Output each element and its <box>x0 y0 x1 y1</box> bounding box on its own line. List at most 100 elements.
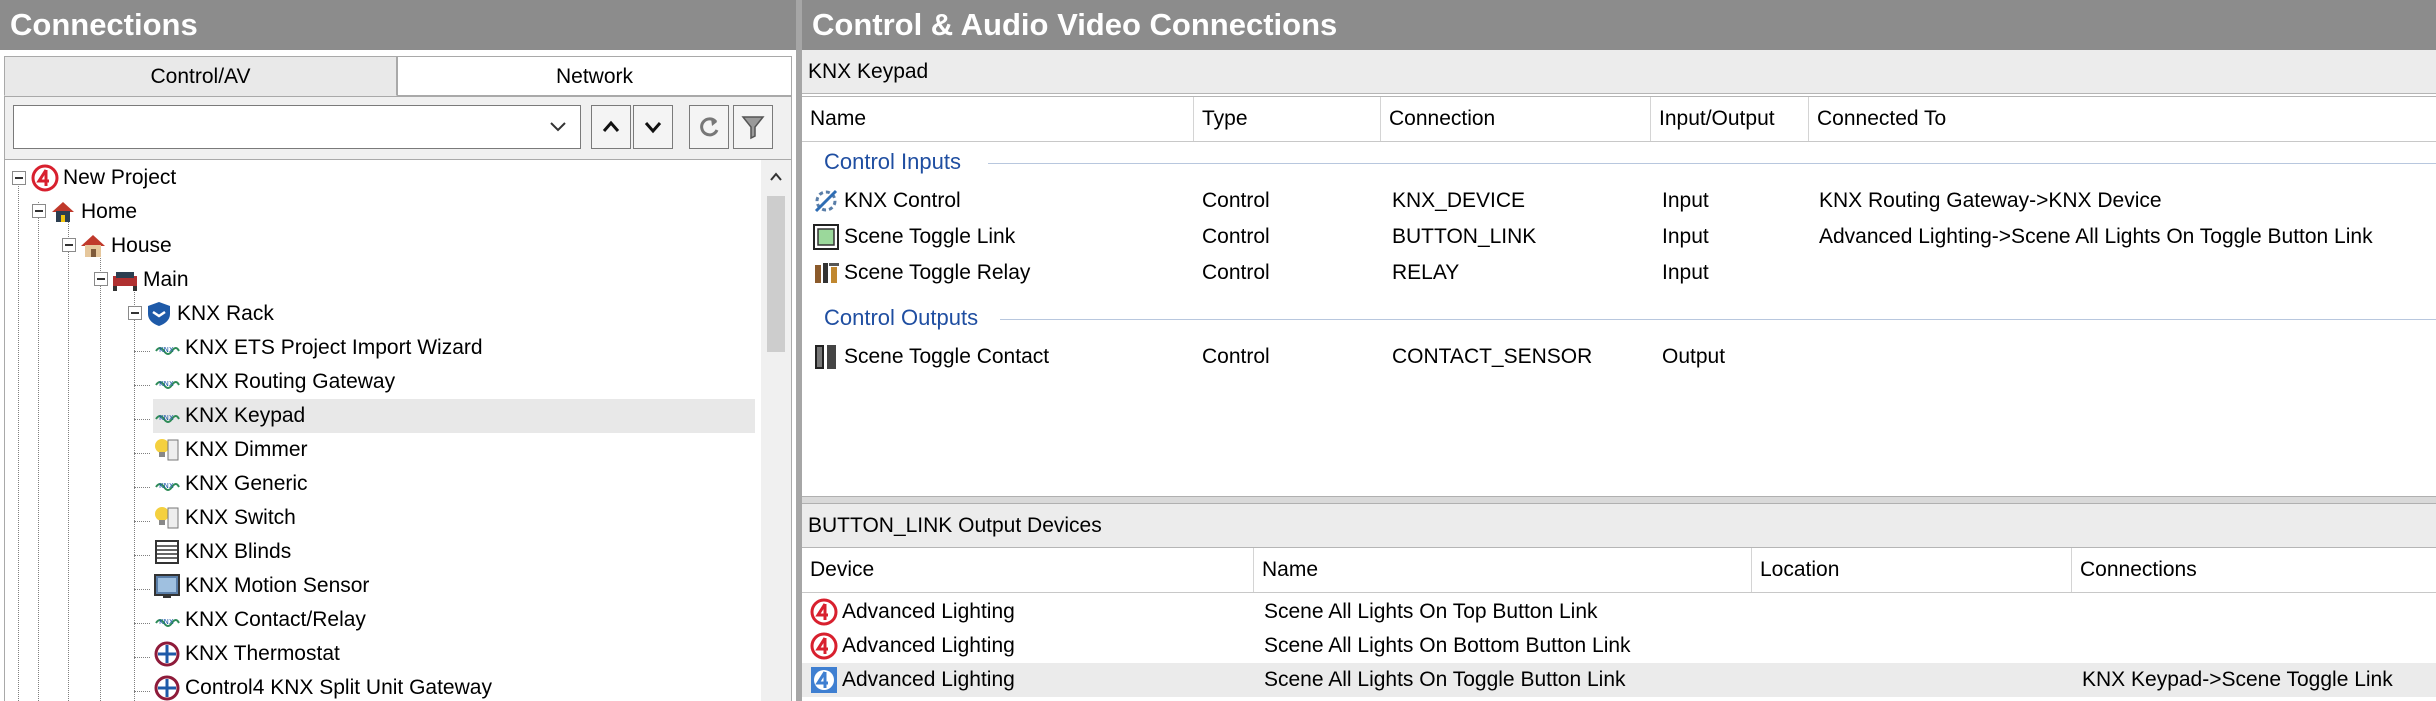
room-icon <box>113 272 137 292</box>
rack-shield-icon <box>148 302 170 327</box>
blinds-icon <box>155 540 179 565</box>
column-header-connection[interactable]: Connection <box>1381 97 1651 141</box>
device-name-bar: KNX Keypad <box>802 50 2436 94</box>
output-device-name: Advanced Lighting <box>842 600 1015 623</box>
output-link-name: Scene All Lights On Toggle Button Link <box>1264 668 1626 691</box>
chevron-down-icon[interactable] <box>546 114 570 138</box>
column-header-location[interactable]: Location <box>1752 548 2072 592</box>
scrollbar-thumb[interactable] <box>767 196 785 352</box>
connection-row[interactable]: KNX Control Control KNX_DEVICE Input KNX… <box>802 183 2436 219</box>
tree-node-knx-keypad[interactable]: KNX KNX Keypad <box>153 399 755 433</box>
output-device-row[interactable]: Advanced Lighting Scene All Lights On Bo… <box>802 629 2436 663</box>
tree-node-knx-thermostat[interactable]: KNX Thermostat <box>153 637 340 671</box>
collapse-toggle[interactable] <box>12 171 26 185</box>
tree-node-label: KNX Contact/Relay <box>185 608 366 631</box>
control-av-connections-title: Control & Audio Video Connections <box>802 0 2436 50</box>
column-header-device[interactable]: Device <box>802 548 1254 592</box>
tree-node-control4-knx-split-unit-gateway[interactable]: Control4 KNX Split Unit Gateway <box>153 671 492 701</box>
svg-text:KNX: KNX <box>159 618 174 626</box>
move-down-button[interactable] <box>633 105 673 149</box>
connection-type: Control <box>1202 189 1270 212</box>
connections-panel: Connections Control/AV Network New Proje… <box>0 0 797 701</box>
refresh-icon <box>700 117 719 137</box>
tree-node-knx-routing-gateway[interactable]: KNX KNX Routing Gateway <box>153 365 395 399</box>
project-tree[interactable]: New Project Home House Main KNX Rack KNX… <box>4 160 792 701</box>
knx-icon: KNX <box>155 346 180 356</box>
column-header-name[interactable]: Name <box>1254 548 1752 592</box>
output-devices-header: Device Name Location Connections <box>802 548 2436 593</box>
column-header-input-output[interactable]: Input/Output <box>1651 97 1809 141</box>
tree-node-label: New Project <box>63 166 177 189</box>
tree-node-home[interactable]: Home <box>49 195 137 229</box>
horizontal-splitter[interactable] <box>802 496 2436 504</box>
move-up-button[interactable] <box>591 105 631 149</box>
control4-logo-blue-icon <box>811 667 837 694</box>
svg-text:KNX: KNX <box>159 380 174 388</box>
column-header-connected-to[interactable]: Connected To <box>1809 97 2436 141</box>
output-device-name: Advanced Lighting <box>842 668 1015 691</box>
connection-row[interactable]: Scene Toggle Relay Control RELAY Input <box>802 255 2436 291</box>
tree-node-label: House <box>111 234 172 257</box>
connection-name: KNX Control <box>844 189 961 212</box>
output-devices-title: BUTTON_LINK Output Devices <box>802 504 2436 548</box>
tree-node-knx-generic[interactable]: KNX KNX Generic <box>153 467 308 501</box>
collapse-toggle[interactable] <box>94 272 108 286</box>
group-label-control-outputs: Control Outputs <box>824 305 979 330</box>
connections-tabs: Control/AV Network <box>4 56 792 96</box>
tree-node-knx-dimmer[interactable]: KNX Dimmer <box>153 433 308 467</box>
connection-class: KNX_DEVICE <box>1392 189 1526 212</box>
filter-button[interactable] <box>733 105 773 149</box>
tree-toolbar <box>4 96 792 160</box>
control-av-connections-panel: Control & Audio Video Connections KNX Ke… <box>802 0 2436 701</box>
connection-row[interactable]: Scene Toggle Link Control BUTTON_LINK In… <box>802 219 2436 255</box>
connection-row[interactable]: Scene Toggle Contact Control CONTACT_SEN… <box>802 339 2436 375</box>
svg-text:KNX: KNX <box>159 346 174 354</box>
collapse-toggle[interactable] <box>62 238 76 252</box>
connection-name: Scene Toggle Relay <box>844 261 1031 284</box>
tree-node-label: KNX Dimmer <box>185 438 308 461</box>
tree-node-label: KNX Generic <box>185 472 308 495</box>
connections-table: Name Type Connection Input/Output Connec… <box>802 96 2436 497</box>
connections-table-header: Name Type Connection Input/Output Connec… <box>802 97 2436 142</box>
connected-to: Advanced Lighting->Scene All Lights On T… <box>1819 225 2373 248</box>
tree-node-knx-ets-import-wizard[interactable]: KNX KNX ETS Project Import Wizard <box>153 331 483 365</box>
output-device-row-selected[interactable]: Advanced Lighting Scene All Lights On To… <box>802 663 2436 697</box>
tab-network[interactable]: Network <box>397 56 792 96</box>
connection-io: Input <box>1662 261 1709 284</box>
tab-control-av[interactable]: Control/AV <box>4 56 397 96</box>
tree-node-label: KNX Thermostat <box>185 642 340 665</box>
output-link-name: Scene All Lights On Top Button Link <box>1264 600 1598 623</box>
connection-io: Input <box>1662 225 1709 248</box>
tree-node-label: Main <box>143 268 189 291</box>
tree-node-label: KNX Keypad <box>185 404 306 427</box>
connection-type: Control <box>1202 225 1270 248</box>
tree-node-label: KNX Blinds <box>185 540 292 563</box>
refresh-button[interactable] <box>689 105 729 149</box>
tree-scrollbar[interactable] <box>761 160 791 701</box>
connection-class: BUTTON_LINK <box>1392 225 1537 248</box>
knx-icon: KNX <box>155 618 180 628</box>
tree-node-label: Home <box>81 200 138 223</box>
tree-node-main[interactable]: Main <box>111 263 189 297</box>
svg-text:KNX: KNX <box>159 482 174 490</box>
scroll-up-icon[interactable] <box>769 170 783 184</box>
tree-node-knx-motion-sensor[interactable]: KNX Motion Sensor <box>153 569 369 603</box>
tree-node-knx-blinds[interactable]: KNX Blinds <box>153 535 291 569</box>
column-header-type[interactable]: Type <box>1194 97 1381 141</box>
tree-node-knx-contact-relay[interactable]: KNX KNX Contact/Relay <box>153 603 366 637</box>
collapse-toggle[interactable] <box>128 306 142 320</box>
tree-node-knx-switch[interactable]: KNX Switch <box>153 501 296 535</box>
collapse-toggle[interactable] <box>32 204 46 218</box>
tree-node-knx-rack[interactable]: KNX Rack <box>145 297 274 331</box>
dimmer-icon <box>155 439 179 461</box>
output-device-row[interactable]: Advanced Lighting Scene All Lights On To… <box>802 595 2436 629</box>
knx-icon: KNX <box>155 482 180 492</box>
link-gear-icon <box>814 190 838 213</box>
tree-node-house[interactable]: House <box>79 229 172 263</box>
tree-node-new-project[interactable]: New Project <box>31 161 176 195</box>
column-header-name[interactable]: Name <box>802 97 1194 141</box>
column-header-connections[interactable]: Connections <box>2072 548 2436 592</box>
arrow-up-icon <box>602 120 620 132</box>
control4-logo-icon <box>810 632 838 660</box>
filter-combobox[interactable] <box>13 105 581 149</box>
